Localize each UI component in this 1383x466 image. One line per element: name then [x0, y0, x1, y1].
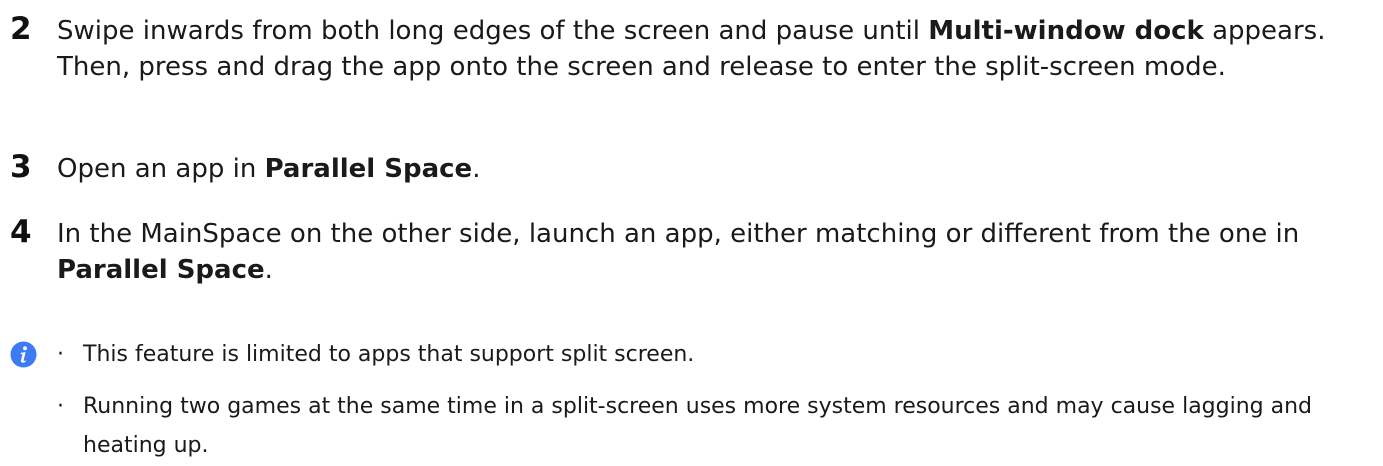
step-text-segment: . — [264, 255, 273, 285]
step-text-segment: . — [472, 154, 481, 184]
ui-term-parallel-space: Parallel Space — [57, 255, 265, 285]
step-text: Open an app in Parallel Space. — [57, 151, 1367, 187]
step-number: 3 — [10, 149, 32, 185]
step-text: In the MainSpace on the other side, laun… — [57, 216, 1367, 288]
info-icon — [10, 341, 37, 368]
note-text: This feature is limited to apps that sup… — [83, 342, 695, 367]
step-text-segment: In the MainSpace on the other side, laun… — [57, 219, 1300, 249]
bullet-marker: · — [57, 394, 64, 419]
step-number: 2 — [10, 11, 32, 47]
step-number: 4 — [10, 214, 32, 250]
bullet-marker: · — [57, 342, 64, 367]
ui-term-parallel-space: Parallel Space — [264, 154, 473, 184]
step-text-segment: Swipe inwards from both long edges of th… — [57, 16, 929, 46]
ui-term-multi-window-dock: Multi-window dock — [928, 16, 1204, 46]
step-text: Swipe inwards from both long edges of th… — [57, 13, 1367, 85]
note-text: Running two games at the same time in a … — [83, 394, 1313, 458]
step-text-segment: Open an app in — [57, 154, 265, 184]
